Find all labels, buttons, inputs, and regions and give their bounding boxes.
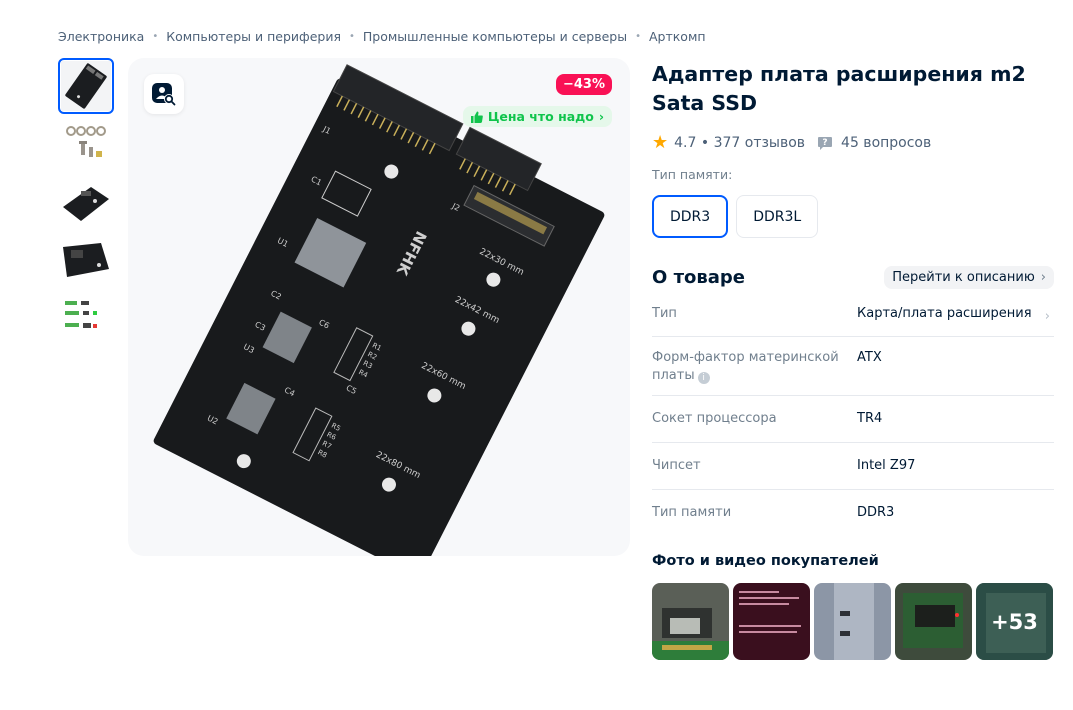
chevron-right-icon: ›: [1040, 270, 1046, 285]
thumbnail-board-angle-2[interactable]: [58, 232, 114, 288]
spec-key: Тип памяти: [652, 505, 732, 520]
customer-photo[interactable]: [652, 583, 729, 660]
specs-table: Тип Карта/плата расширения › Форм-фактор…: [652, 295, 1054, 530]
to-description-button[interactable]: Перейти к описанию ›: [884, 266, 1054, 289]
about-header: О товаре Перейти к описанию ›: [652, 266, 1054, 289]
about-title: О товаре: [652, 267, 745, 288]
customer-photo[interactable]: [733, 583, 810, 660]
variant-ddr3l[interactable]: DDR3L: [736, 195, 819, 238]
customer-photo[interactable]: [895, 583, 972, 660]
breadcrumb-item-computers[interactable]: Компьютеры и периферия: [166, 29, 341, 44]
thumbs-up-icon: [470, 111, 483, 123]
breadcrumb-item-industrial[interactable]: Промышленные компьютеры и серверы: [363, 29, 627, 44]
breadcrumb-item-brand[interactable]: Арткомп: [649, 29, 706, 44]
product-info: Адаптер плата расширения m2 Sata SSD ★ 4…: [652, 60, 1054, 660]
more-photos-count: +53: [976, 583, 1053, 660]
spec-value: Карта/плата расширения: [857, 306, 1032, 321]
variant-ddr3[interactable]: DDR3: [652, 195, 729, 238]
breadcrumb-separator: •: [348, 31, 355, 42]
info-icon[interactable]: i: [697, 372, 710, 384]
chevron-right-icon: ›: [598, 109, 604, 124]
spec-row: Форм-фактор материнской платы i ATX: [652, 337, 1054, 396]
rating-separator: •: [696, 134, 714, 151]
rating-value[interactable]: 4.7: [674, 135, 696, 151]
spec-key: Форм-фактор материнской платы i: [652, 349, 857, 385]
star-icon: ★: [652, 132, 669, 153]
spec-value: Intel Z97: [857, 458, 916, 473]
reviews-link[interactable]: 377 отзывов: [714, 135, 805, 151]
thumbnail-adapter-board[interactable]: [58, 58, 114, 114]
breadcrumb: Электроника • Компьютеры и периферия • П…: [58, 29, 706, 44]
discount-badge: −43%: [555, 74, 612, 95]
spec-row: Сокет процессора TR4: [652, 396, 1054, 443]
rating-row: ★ 4.7 • 377 отзывов ? 45 вопросов: [652, 132, 1054, 153]
breadcrumb-separator: •: [635, 31, 641, 42]
spec-key-text: Форм-фактор материнской платы: [652, 350, 839, 383]
variant-selector: DDR3 DDR3L: [652, 195, 1054, 238]
spec-row: Тип памяти DDR3: [652, 490, 1054, 530]
product-image: NFHK 22x30 mm 22x42 mm 22x60 mm 22x80 mm…: [153, 64, 605, 556]
spec-value: ATX: [857, 350, 882, 365]
spec-key: Тип: [652, 306, 677, 321]
spec-row[interactable]: Тип Карта/плата расширения ›: [652, 295, 1054, 337]
questions-link[interactable]: 45 вопросов: [841, 135, 931, 151]
product-title: Адаптер плата расширения m2 Sata SSD: [652, 62, 1026, 115]
photo-search-icon: [152, 83, 176, 106]
spec-key: Сокет процессора: [652, 411, 777, 426]
thumbnail-board-angle-1[interactable]: [58, 174, 114, 230]
thumbnail-list: [58, 58, 114, 348]
thumbnail-compatibility-chart[interactable]: [58, 290, 114, 346]
breadcrumb-separator: •: [152, 31, 159, 42]
customer-photo-more[interactable]: +53: [976, 583, 1053, 660]
thumbnail-screws[interactable]: [58, 116, 114, 172]
good-price-label: Цена что надо: [487, 109, 594, 124]
spec-value: TR4: [857, 411, 883, 426]
to-description-label: Перейти к описанию: [892, 270, 1035, 285]
photo-search-button[interactable]: [144, 74, 184, 114]
chevron-right-icon: ›: [1044, 309, 1050, 324]
spec-key: Чипсет: [652, 458, 701, 473]
memory-type-label: Тип памяти:: [652, 167, 733, 182]
good-price-badge[interactable]: Цена что надо ›: [462, 106, 612, 127]
customer-media-title: Фото и видео покупателей: [652, 553, 879, 569]
question-bubble-icon: ?: [818, 136, 833, 150]
spec-row: Чипсет Intel Z97: [652, 443, 1054, 490]
spec-value: DDR3: [857, 505, 895, 520]
customer-media-row: +53: [652, 583, 1054, 660]
product-gallery[interactable]: NFHK 22x30 mm 22x42 mm 22x60 mm 22x80 mm…: [128, 58, 630, 556]
customer-photo[interactable]: [814, 583, 891, 660]
svg-text:?: ?: [822, 138, 827, 148]
breadcrumb-item-electronics[interactable]: Электроника: [58, 29, 144, 44]
